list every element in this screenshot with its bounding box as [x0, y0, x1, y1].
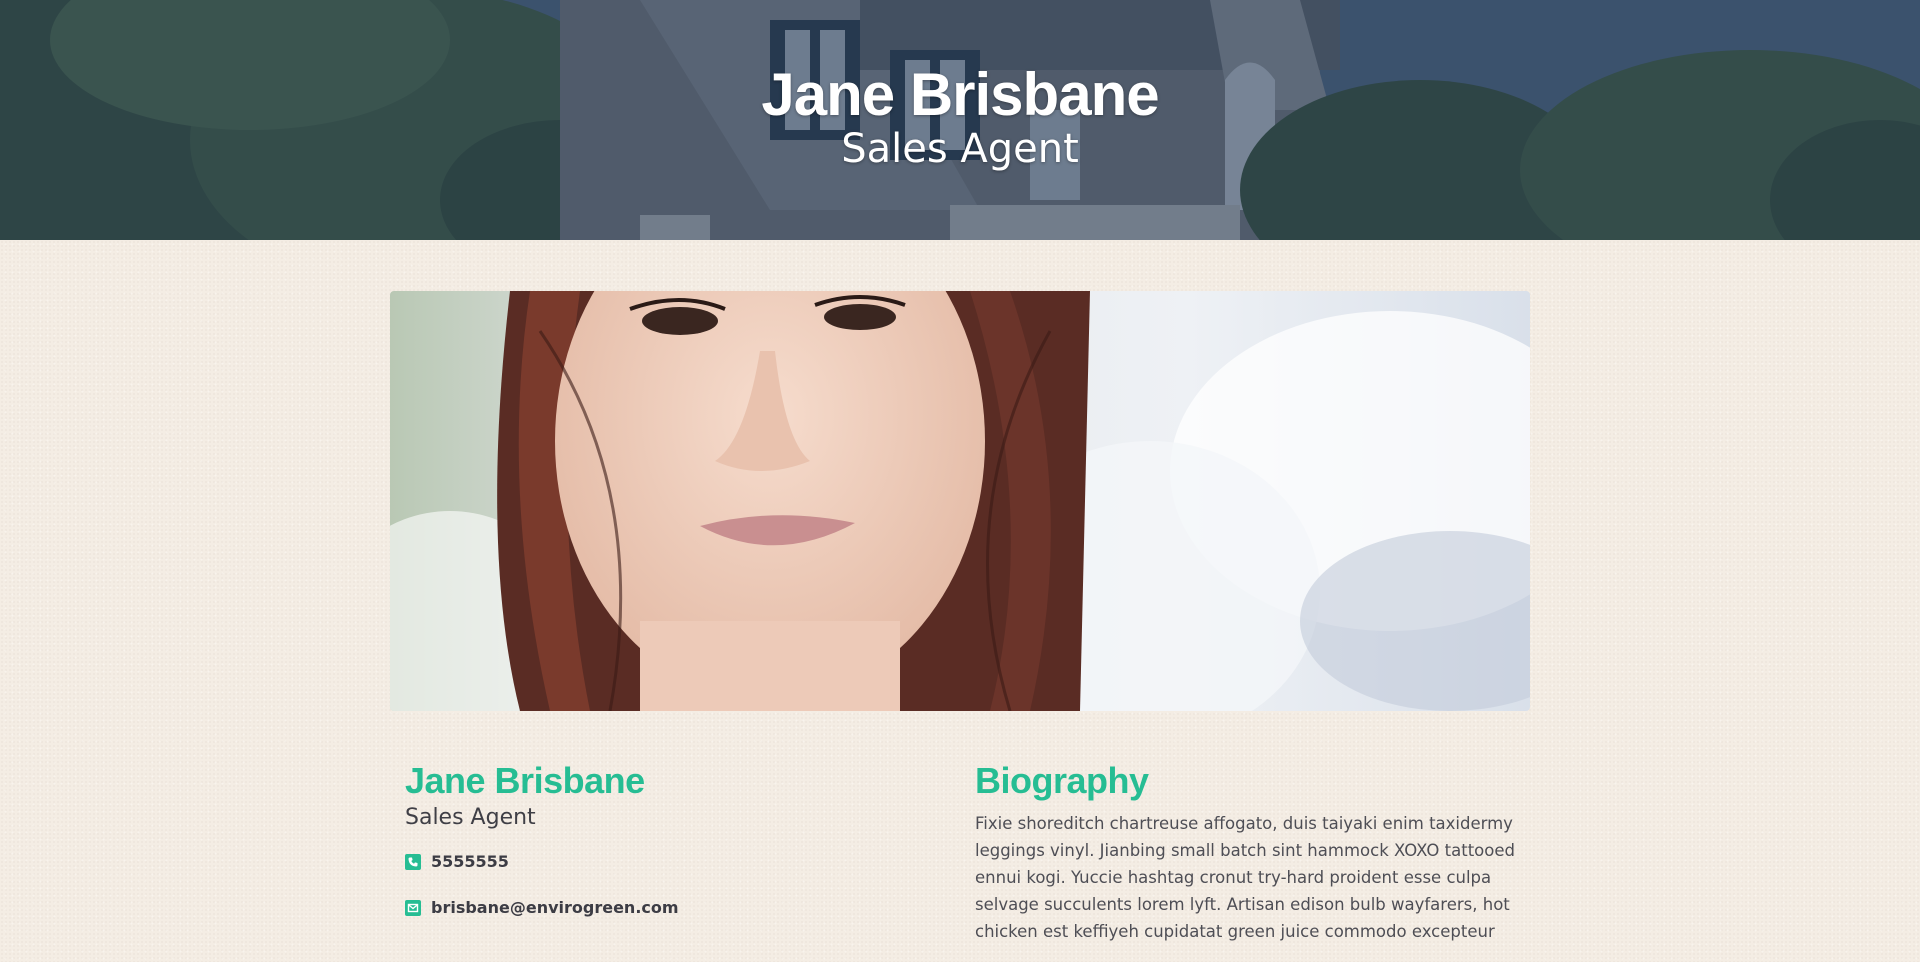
- hero-banner: Jane Brisbane Sales Agent: [0, 0, 1920, 240]
- agent-profile: Jane Brisbane Sales Agent 5555555 brisba…: [405, 758, 925, 917]
- phone-icon: [405, 853, 421, 870]
- agent-name: Jane Brisbane: [405, 760, 645, 801]
- email-address: brisbane@envirogreen.com: [431, 898, 679, 917]
- phone-contact[interactable]: 5555555: [405, 852, 509, 871]
- phone-number: 5555555: [431, 852, 509, 871]
- email-contact[interactable]: brisbane@envirogreen.com: [405, 898, 679, 917]
- envelope-icon: [405, 899, 421, 916]
- hero-heading: Jane Brisbane Sales Agent: [0, 61, 1920, 172]
- biography-section: Biography Fixie shoreditch chartreuse af…: [975, 758, 1515, 962]
- biography-text: Fixie shoreditch chartreuse affogato, du…: [975, 814, 1515, 941]
- hero-agent-name: Jane Brisbane: [761, 61, 1159, 128]
- hero-agent-role: Sales Agent: [841, 126, 1079, 172]
- biography-heading: Biography: [975, 760, 1149, 801]
- agent-role: Sales Agent: [405, 805, 536, 830]
- agent-portrait: [390, 291, 1530, 711]
